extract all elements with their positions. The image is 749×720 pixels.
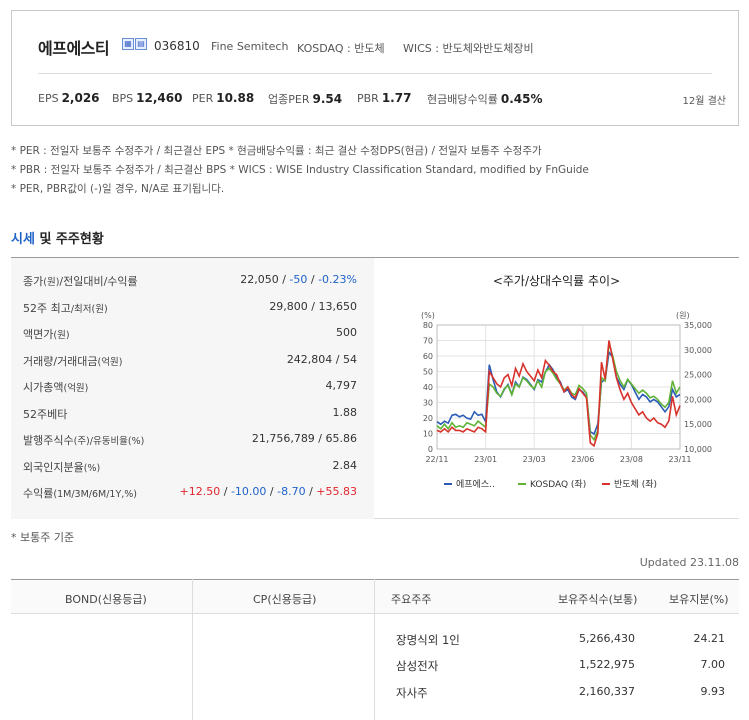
holder-header: 주요주주	[391, 593, 432, 606]
stat-row-par: 액면가(원) 500	[23, 326, 357, 341]
shareholder-table: BOND(신용등급) CP(신용등급) 주요주주 보유주식수(보통) 보유지분(…	[11, 579, 739, 720]
ratio-sector-per: 업종PER 9.54	[268, 92, 343, 106]
footnote-na: * PER, PBR값이 (-)일 경우, N/A로 표기됩니다.	[11, 183, 225, 195]
x-axis-tick-label: 23/03	[523, 455, 546, 464]
stat-row-volume: 거래량/거래대금(억원) 242,804 / 54	[23, 353, 357, 368]
price-stats-panel: 종가(원)/전일대비/수익률 22,050 / -50 / -0.23% 52주…	[11, 257, 739, 519]
shares-header: 보유주식수(보통)	[558, 593, 638, 606]
x-axis-tick-label: 23/06	[571, 455, 594, 464]
left-axis-tick-label: 30	[423, 399, 433, 408]
building-icon[interactable]: ▦	[122, 38, 134, 50]
stat-row-beta: 52주베타 1.88	[23, 406, 357, 421]
right-axis-tick-label: 25,000	[684, 371, 712, 380]
legend-label: 에프에스..	[456, 479, 495, 490]
x-axis-tick-label: 22/11	[425, 455, 448, 464]
company-english-name: Fine Semitech	[211, 40, 289, 53]
common-stock-note: * 보통주 기준	[11, 531, 75, 544]
ratio-bps: BPS 12,460	[112, 91, 183, 105]
footnote-pbr: * PBR : 전일자 보통주 수정주가 / 최근결산 BPS * WICS :…	[11, 164, 589, 176]
shareholder-row: 자사주 2,160,337 9.93	[396, 685, 725, 700]
company-wics: WICS : 반도체와반도체장비	[403, 42, 534, 55]
right-axis-tick-label: 20,000	[684, 395, 712, 404]
left-axis-tick-label: 0	[428, 445, 433, 454]
left-axis-tick-label: 60	[423, 352, 433, 361]
company-icons: ▦ ▤	[122, 38, 147, 50]
x-axis-tick-label: 23/08	[620, 455, 643, 464]
series-line-1	[436, 343, 681, 442]
x-axis-tick-label: 23/11	[668, 455, 691, 464]
shareholder-table-header: BOND(신용등급) CP(신용등급) 주요주주 보유주식수(보통) 보유지분(…	[11, 579, 739, 614]
stat-row-52w: 52주 최고/최저(원) 29,800 / 13,650	[23, 300, 357, 315]
right-axis-tick-label: 35,000	[684, 321, 712, 330]
ratio-eps: EPS 2,026	[38, 91, 100, 105]
left-axis-tick-label: 80	[423, 321, 433, 330]
footnote-per: * PER : 전일자 보통주 수정주가 / 최근결산 EPS * 현금배당수익…	[11, 145, 542, 157]
stat-row-returns: 수익률(1M/3M/6M/1Y,%) +12.50 / -10.00 / -8.…	[23, 485, 357, 500]
company-code: 036810	[154, 39, 200, 53]
ratio-dividend-yield: 현금배당수익률 0.45%	[427, 92, 543, 106]
stat-row-shares: 발행주식수(주)/유동비율(%) 21,756,789 / 65.86	[23, 432, 357, 447]
company-summary-box: 에프에스티 ▦ ▤ 036810 Fine Semitech KOSDAQ : …	[11, 10, 739, 126]
legend-label: KOSDAQ (좌)	[530, 479, 586, 490]
ratio-pbr: PBR 1.77	[357, 91, 412, 105]
cp-header: CP(신용등급)	[253, 593, 317, 606]
stat-row-marketcap: 시가총액(억원) 4,797	[23, 379, 357, 394]
right-axis-unit: (원)	[676, 311, 690, 320]
left-axis-tick-label: 10	[423, 430, 433, 439]
shareholder-row: 삼성전자 1,522,975 7.00	[396, 658, 725, 673]
footnotes: * PER : 전일자 보통주 수정주가 / 최근결산 EPS * 현금배당수익…	[11, 142, 589, 199]
stat-row-foreign: 외국인지분율(%) 2.84	[23, 459, 357, 474]
x-axis-tick-label: 23/01	[474, 455, 497, 464]
shareholder-row: 장명식외 1인 5,266,430 24.21	[396, 632, 725, 647]
updated-date: Updated 23.11.08	[639, 556, 739, 569]
section-title: 시세 및 주주현황	[11, 232, 104, 247]
price-chart: <주가/상대수익률 추이> 80 70 60 50 40 30 20 10 0 35,000 30,…	[374, 258, 739, 519]
company-name: 에프에스티	[38, 39, 110, 58]
stat-row-close: 종가(원)/전일대비/수익률 22,050 / -50 / -0.23%	[23, 273, 357, 288]
left-axis-tick-label: 70	[423, 337, 433, 346]
price-stats-table: 종가(원)/전일대비/수익률 22,050 / -50 / -0.23% 52주…	[11, 258, 374, 519]
left-axis-tick-label: 50	[423, 368, 433, 377]
right-axis-tick-label: 10,000	[684, 445, 712, 454]
chart-canvas: 80 70 60 50 40 30 20 10 0 35,000 30,000 25,000 20,00…	[421, 311, 712, 490]
left-axis-tick-label: 20	[423, 414, 433, 423]
legend-label: 반도체 (좌)	[614, 479, 657, 490]
header-divider	[38, 73, 712, 74]
left-axis-unit: (%)	[421, 311, 435, 320]
document-icon[interactable]: ▤	[135, 38, 147, 50]
column-divider	[192, 579, 193, 720]
right-axis-tick-label: 30,000	[684, 346, 712, 355]
ratio-per: PER 10.88	[192, 91, 255, 105]
right-axis-tick-label: 15,000	[684, 420, 712, 429]
settlement-month: 12월 결산	[682, 96, 726, 107]
left-axis-tick-label: 40	[423, 383, 433, 392]
company-market: KOSDAQ : 반도체	[297, 42, 385, 55]
bond-header: BOND(신용등급)	[65, 593, 147, 606]
series-line-0	[436, 350, 681, 436]
pct-header: 보유지분(%)	[669, 593, 729, 606]
